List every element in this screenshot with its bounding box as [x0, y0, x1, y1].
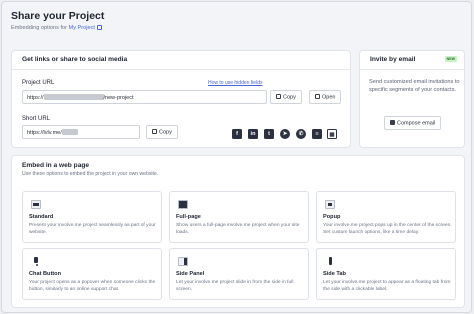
telegram-icon[interactable]: ➤ [280, 129, 290, 139]
project-url-label: Project URL [22, 80, 55, 86]
qr-code-icon[interactable]: ▦ [327, 129, 337, 139]
project-url-prefix: https:// [27, 95, 44, 101]
subtitle-text: Embedding options for [11, 25, 67, 31]
external-link-icon[interactable] [96, 25, 102, 30]
short-url-field[interactable]: https://lvlv.me/ [22, 125, 140, 139]
standard-embed-icon [31, 200, 41, 209]
side-tab-embed-icon [325, 257, 335, 266]
hidden-fields-link[interactable]: How to use hidden fields [208, 80, 262, 86]
option-description: Your involve.me project pops up in the c… [323, 223, 452, 235]
email-icon [390, 120, 395, 125]
page-header: Share your Project Embedding options for… [11, 10, 104, 32]
embed-heading: Embed in a web page [22, 162, 90, 169]
popup-embed-icon [325, 200, 335, 209]
embed-option-chat-button[interactable]: Chat Button Your project opens as a popo… [22, 248, 162, 300]
copy-icon [276, 94, 281, 99]
buffer-icon[interactable]: ≡ [312, 129, 322, 139]
chat-button-embed-icon [31, 257, 41, 266]
embed-option-full-page[interactable]: Full-page Show users a full-page involve… [169, 191, 309, 243]
embed-option-standard[interactable]: Standard Present your involve.me project… [22, 191, 162, 243]
project-link[interactable]: My Project [69, 25, 95, 31]
full-page-embed-icon [178, 200, 188, 209]
embed-option-popup[interactable]: Popup Your involve.me project pops up in… [316, 191, 456, 243]
whatsapp-icon[interactable]: ✆ [296, 129, 306, 139]
copy-button-label: Copy [159, 129, 172, 136]
copy-project-url-button[interactable]: Copy [270, 90, 302, 104]
share-card-heading: Get links or share to social media [12, 51, 350, 70]
project-url-path: /new-project [103, 95, 134, 101]
short-url-label: Short URL [22, 116, 51, 122]
embed-option-side-panel[interactable]: Side Panel Let your involve.me project s… [169, 248, 309, 300]
invite-description: Send customized email invitations to spe… [369, 79, 460, 93]
option-description: Show users a full-page involve.me projec… [176, 223, 300, 235]
copy-icon [152, 129, 157, 134]
option-name: Popup [323, 214, 341, 220]
project-url-field[interactable]: https:// /new-project [22, 90, 267, 104]
option-name: Side Panel [176, 271, 205, 277]
open-project-button[interactable]: Open [309, 90, 342, 104]
option-description: Let your involve.me project slide in fro… [176, 280, 294, 292]
option-name: Standard [29, 214, 54, 220]
compose-email-button[interactable]: Compose email [384, 116, 442, 130]
side-panel-embed-icon [178, 257, 188, 266]
open-button-label: Open [322, 94, 336, 101]
external-link-icon [315, 94, 320, 99]
page-subtitle: Embedding options for My Project [11, 25, 104, 32]
embed-section: Embed in a web page Use these options to… [11, 155, 465, 308]
option-description: Let your involve.me project to appear as… [323, 280, 451, 292]
invite-email-card: Invite by email NEW Send customized emai… [359, 50, 465, 148]
linkedin-icon[interactable]: in [248, 129, 258, 139]
twitter-icon[interactable]: t [264, 129, 274, 139]
option-name: Chat Button [29, 271, 62, 277]
option-description: Present your involve.me project seamless… [29, 223, 156, 235]
redacted-domain [43, 94, 104, 100]
copy-short-url-button[interactable]: Copy [146, 125, 178, 139]
new-badge: NEW [444, 56, 457, 62]
option-name: Side Tab [323, 271, 346, 277]
embed-option-side-tab[interactable]: Side Tab Let your involve.me project to … [316, 248, 456, 300]
copy-button-label: Copy [283, 94, 296, 101]
option-name: Full-page [176, 214, 201, 220]
page-title: Share your Project [11, 10, 105, 22]
short-url-prefix: https://lvlv.me/ [27, 130, 62, 136]
facebook-icon[interactable]: f [232, 129, 242, 139]
share-project-panel: Share your Project Embedding options for… [1, 1, 472, 313]
embed-description: Use these options to embed the project i… [22, 171, 159, 177]
compose-button-label: Compose email [397, 120, 436, 127]
option-description: Your project opens as a popover when som… [29, 280, 156, 292]
redacted-short-code [61, 129, 78, 135]
